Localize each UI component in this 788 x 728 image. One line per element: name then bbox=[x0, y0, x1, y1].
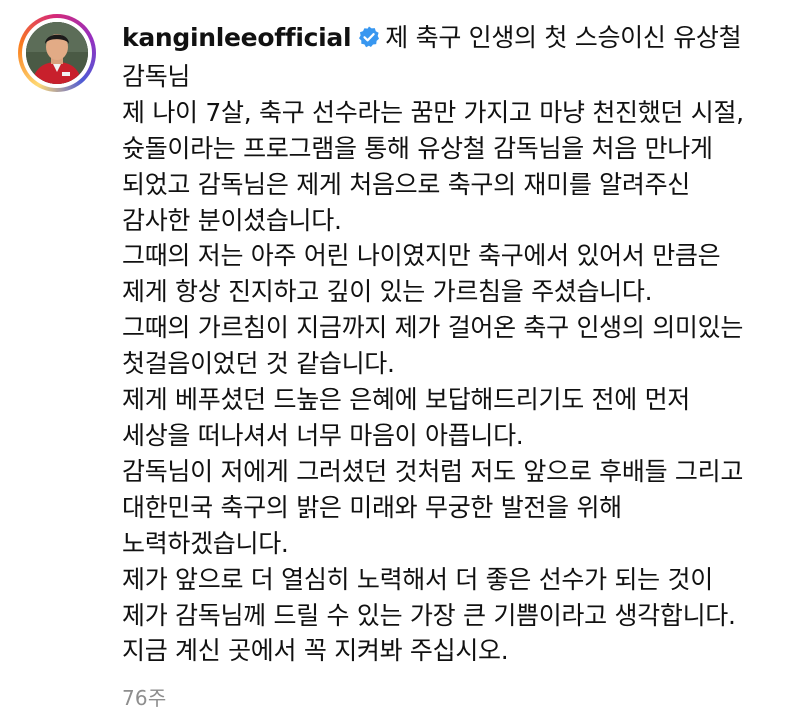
avatar-gap bbox=[22, 18, 92, 88]
caption-paragraph: 제가 앞으로 더 열심히 노력해서 더 좋은 선수가 되는 것이 제가 감독님께… bbox=[122, 564, 736, 666]
caption-paragraph: 감독님이 저에게 그러셨던 것처럼 저도 앞으로 후배들 그리고 대한민국 축구… bbox=[122, 456, 744, 558]
caption-paragraph: 그때의 저는 아주 어린 나이였지만 축구에서 있어서 만큼은 제게 항상 진지… bbox=[122, 241, 721, 307]
caption-text: kanginleeofficial 제 축구 인생의 첫 스승이신 유상철 감독님… bbox=[122, 20, 752, 669]
username-link[interactable]: kanginleeofficial bbox=[122, 23, 352, 52]
verified-badge-icon bbox=[357, 23, 381, 59]
caption-paragraph: 그때의 가르침이 지금까지 제가 걸어온 축구 인생의 의미있는 첫걸음이었던 … bbox=[122, 313, 744, 379]
profile-photo bbox=[26, 22, 88, 84]
caption-paragraph: 제게 베푸셨던 드높은 은혜에 보답해드리기도 전에 먼저 세상을 떠나셔서 너… bbox=[122, 385, 690, 450]
story-ring-avatar[interactable] bbox=[18, 14, 96, 92]
instagram-caption: kanginleeofficial 제 축구 인생의 첫 스승이신 유상철 감독님… bbox=[0, 0, 788, 728]
caption-paragraph: 제 나이 7살, 축구 선수라는 꿈만 가지고 마냥 천진했던 시절, 슛돌이라… bbox=[122, 97, 744, 235]
avatar[interactable] bbox=[26, 22, 88, 84]
post-timestamp[interactable]: 76주 bbox=[122, 682, 166, 711]
caption-content: kanginleeofficial 제 축구 인생의 첫 스승이신 유상철 감독님… bbox=[122, 20, 752, 669]
